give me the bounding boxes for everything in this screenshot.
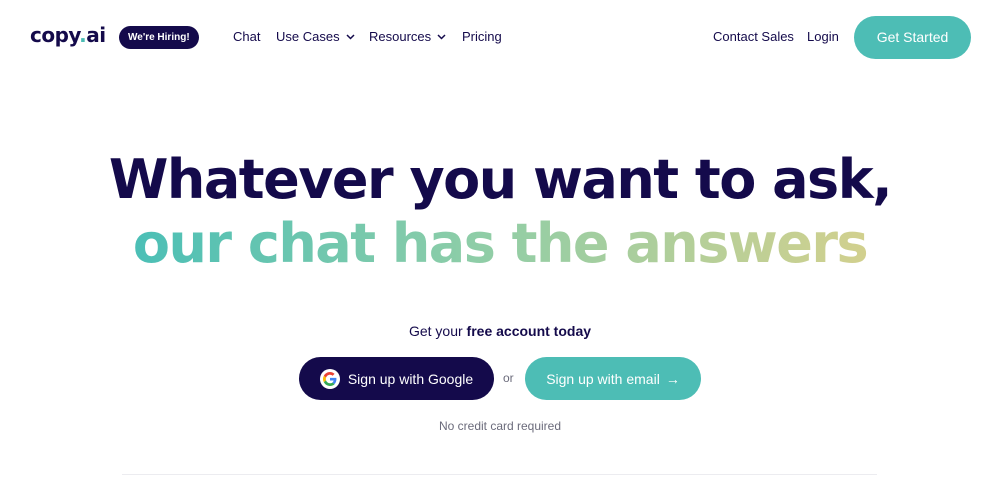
email-button-label: Sign up with email (546, 370, 660, 387)
nav-resources-label: Resources (369, 29, 432, 44)
hero-subheading: Get your free account today (0, 323, 1000, 339)
nav-login[interactable]: Login (807, 29, 839, 44)
nav-contact-sales-label: Contact Sales (713, 29, 794, 44)
or-separator: or (503, 371, 514, 385)
sign-up-google-button[interactable]: Sign up with Google (299, 357, 494, 400)
logo-text: copy (30, 23, 80, 47)
nav-pricing-label: Pricing (462, 29, 502, 44)
nav-use-cases-label: Use Cases (276, 29, 340, 44)
nav-use-cases[interactable]: Use Cases (276, 29, 355, 44)
top-navigation: copy.ai We're Hiring! Chat Use Cases Res… (0, 0, 1000, 76)
hero-heading-line-1: Whatever you want to ask, (108, 148, 893, 211)
hero-heading: Whatever you want to ask, our chat has t… (0, 148, 1000, 276)
copyai-logo[interactable]: copy.ai (30, 23, 106, 47)
google-icon (319, 368, 340, 389)
arrow-right-icon: → (665, 370, 680, 387)
chevron-down-icon (437, 32, 446, 42)
get-started-button[interactable]: Get Started (854, 16, 971, 59)
section-divider (122, 474, 877, 475)
logo-suffix: ai (86, 23, 106, 47)
nav-resources[interactable]: Resources (369, 29, 446, 44)
chevron-down-icon (346, 32, 355, 42)
google-button-label: Sign up with Google (347, 370, 474, 387)
nav-pricing[interactable]: Pricing (462, 29, 502, 44)
sign-up-email-button[interactable]: Sign up with email → (525, 357, 701, 400)
subheading-bold: free account today (466, 323, 592, 339)
no-credit-card-note: No credit card required (438, 419, 562, 433)
nav-chat-label: Chat (233, 29, 261, 44)
subheading-prefix: Get your (408, 323, 467, 339)
hero-heading-line-2-wrap: our chat has the answers (0, 212, 1000, 276)
nav-chat[interactable]: Chat (233, 29, 260, 44)
hiring-badge[interactable]: We're Hiring! (119, 26, 199, 49)
nav-login-label: Login (807, 29, 839, 44)
nav-contact-sales[interactable]: Contact Sales (713, 29, 794, 44)
hero-heading-line-2: our chat has the answers (132, 212, 869, 275)
